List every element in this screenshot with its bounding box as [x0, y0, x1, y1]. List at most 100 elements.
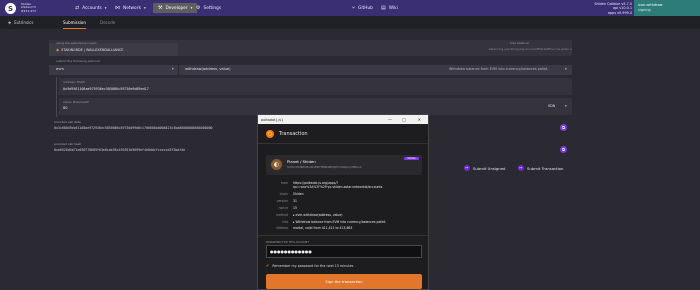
sign-in-icon: ↦ — [464, 165, 470, 171]
detail-value: 31 — [293, 199, 297, 203]
account-status: signing — [638, 7, 651, 12]
tab-extrinsics-label: Extrinsics — [14, 20, 34, 25]
tab-decode[interactable]: Decode — [100, 16, 115, 29]
detail-value: Shiden — [293, 192, 304, 196]
remember-password-checkbox[interactable]: ✔ Remember my password for the next 15 m… — [266, 263, 353, 268]
extrinsics-icon: ⎈ — [8, 20, 12, 25]
chain-block: #471,473 — [21, 8, 36, 13]
identicon-icon: ◐ — [271, 159, 282, 170]
detail-value: 15 — [293, 206, 297, 210]
nav-settings-label: Settings — [203, 5, 222, 11]
detail-key: method — [276, 213, 288, 217]
detail-key: chain — [279, 192, 288, 196]
account-value-text: STAKING6DE | WALLEXENDALLIANCE — [61, 48, 124, 52]
submit-label: submit the following extrinsic — [56, 59, 101, 63]
node-info: Shiden Collator v5.7.0 api v10.0.1 apps … — [594, 2, 632, 15]
nav-settings[interactable]: ⚙ Settings — [196, 0, 221, 16]
params-divider — [56, 77, 57, 117]
sign-transaction-button[interactable]: Sign the transaction — [266, 274, 422, 289]
balance-value: balancing.yes.Shopping.ex.scentMarketPla… — [488, 47, 572, 51]
sub-tabs: ⎈ Extrinsics Submission Decode — [0, 16, 700, 29]
detail-key: nonce — [278, 206, 288, 210]
detail-value: ▸ evm.withdraw(address, value) — [293, 213, 343, 217]
sign-in-icon: ↦ — [518, 165, 524, 171]
popup-window-titlebar: polkadot{.js} — □ ✕ — [258, 115, 428, 124]
address-value: 0x9d9561108ae975936ec585086c59736e9d89ed… — [63, 87, 149, 91]
nav-accounts[interactable]: ⇄ Accounts ▾ — [75, 0, 107, 16]
detail-value: rpc=wss%3A%2F%2Frpc.shiden.astar.network… — [293, 185, 383, 189]
polkadot-logo-icon: ○ — [266, 129, 274, 138]
popup-header: ○ Transaction — [258, 124, 428, 144]
detail-key: from — [280, 181, 288, 185]
close-icon[interactable]: ✕ — [418, 117, 421, 122]
extension-popup: polkadot{.js} — □ ✕ ○ Transaction ◐ Plan… — [257, 114, 429, 290]
chain-logo[interactable]: S — [5, 3, 16, 14]
arrows-icon: ⇄ — [75, 5, 80, 11]
encoded-hash-label: encoded call hash — [54, 142, 82, 146]
value-param[interactable] — [59, 98, 572, 115]
detail-value: mortal, valid from 411,411 to 413,663 — [293, 226, 353, 230]
top-navigation-bar: S Shiden shiden/73 #471,473 ⇄ Accounts ▾… — [0, 0, 700, 16]
address-label: address: H160 — [63, 80, 85, 84]
account-panel[interactable]: icon.withdraw signing — [634, 0, 700, 16]
tab-extrinsics[interactable]: ⎈ Extrinsics — [8, 16, 33, 29]
tab-submission-label: Submission — [63, 19, 86, 25]
account-value[interactable]: ◉ STAKING6DE | WALLEXENDALLIANCE — [56, 48, 123, 52]
nav-network-label: Network — [123, 5, 141, 11]
minimize-icon[interactable]: — — [388, 117, 392, 122]
copy-icon[interactable]: ⧉ — [560, 146, 567, 153]
divider — [258, 235, 428, 236]
detail-key: lifetime — [276, 226, 288, 230]
gear-icon: ⚙ — [196, 5, 201, 11]
balance-label: free balance — [510, 41, 529, 45]
chevron-down-icon[interactable]: ▾ — [565, 104, 567, 108]
copy-icon[interactable]: ⧉ — [560, 124, 567, 131]
developer-icon: ⚒ — [158, 5, 163, 11]
link-wiki[interactable]: ▤ Wiki — [381, 0, 398, 16]
pallet-value: evm — [56, 67, 64, 71]
unit-selector[interactable]: SDN — [548, 104, 555, 108]
chevron-down-icon: ▾ — [143, 6, 146, 10]
tab-submission[interactable]: Submission — [63, 16, 86, 29]
book-icon: ▤ — [381, 5, 386, 11]
chain-selector[interactable]: Shiden shiden/73 #471,473 — [21, 2, 36, 13]
remember-password-label: Remember my password for the next 15 min… — [272, 263, 354, 268]
apps-version: apps v0.999.0 — [607, 10, 632, 15]
encoded-data-value: 0x3c00049dc61108ae972936ec5850086c59736d… — [54, 126, 213, 130]
call-description: Withdraw balance from EVM into currency/… — [449, 67, 549, 71]
signing-account-name: Planet / Shiden — [287, 159, 316, 164]
chevron-down-icon[interactable]: ▾ — [172, 67, 174, 71]
submit-unsigned-button[interactable]: ↦ Submit Unsigned — [464, 165, 505, 171]
value-input[interactable]: 80 — [63, 106, 68, 110]
encoded-data-label: encoded call data — [54, 120, 81, 124]
maximize-icon[interactable]: □ — [402, 117, 406, 122]
nav-developer-label: Developer — [165, 5, 188, 11]
account-identicon-icon: ◉ — [56, 48, 60, 52]
detail-key: info — [282, 220, 288, 224]
branch-icon: ⑂ — [352, 5, 356, 11]
submit-transaction-label: Submit Transaction — [527, 165, 564, 171]
using-account-label: using the selected account — [56, 41, 97, 45]
submit-transaction-button[interactable]: ↦ Submit Transaction — [518, 165, 563, 171]
chevron-down-icon: ▾ — [104, 6, 107, 10]
submit-unsigned-label: Submit Unsigned — [473, 165, 506, 171]
detail-key: version — [276, 199, 288, 203]
encoded-hash-value: 0xe6526d5b71e090770689f63e8cde58c4f0391b… — [54, 148, 186, 152]
password-input[interactable]: ●●●●●●●●●●●● — [266, 245, 422, 258]
link-github-label: GitHub — [358, 5, 373, 11]
network-badge: Shiden — [404, 157, 419, 160]
password-label: PASSWORD FOR THIS ACCOUNT — [266, 240, 309, 244]
pallet-selector[interactable] — [49, 65, 178, 75]
popup-title: Transaction — [279, 130, 308, 137]
value-label: value: BalanceOf — [63, 100, 89, 104]
network-icon: ⋈ — [115, 5, 120, 11]
nav-network[interactable]: ⋈ Network ▾ — [115, 0, 146, 16]
link-github[interactable]: ⑂ GitHub — [352, 0, 373, 16]
popup-window-title: polkadot{.js} — [261, 117, 284, 122]
call-value: withdraw(address, value) — [185, 67, 231, 71]
chevron-down-icon[interactable]: ▾ — [565, 67, 567, 71]
link-wiki-label: Wiki — [388, 5, 398, 11]
tab-decode-label: Decode — [100, 20, 116, 25]
shiden-logo-icon: S — [7, 4, 14, 13]
nav-developer[interactable]: ⚒ Developer ▾ — [153, 3, 198, 13]
